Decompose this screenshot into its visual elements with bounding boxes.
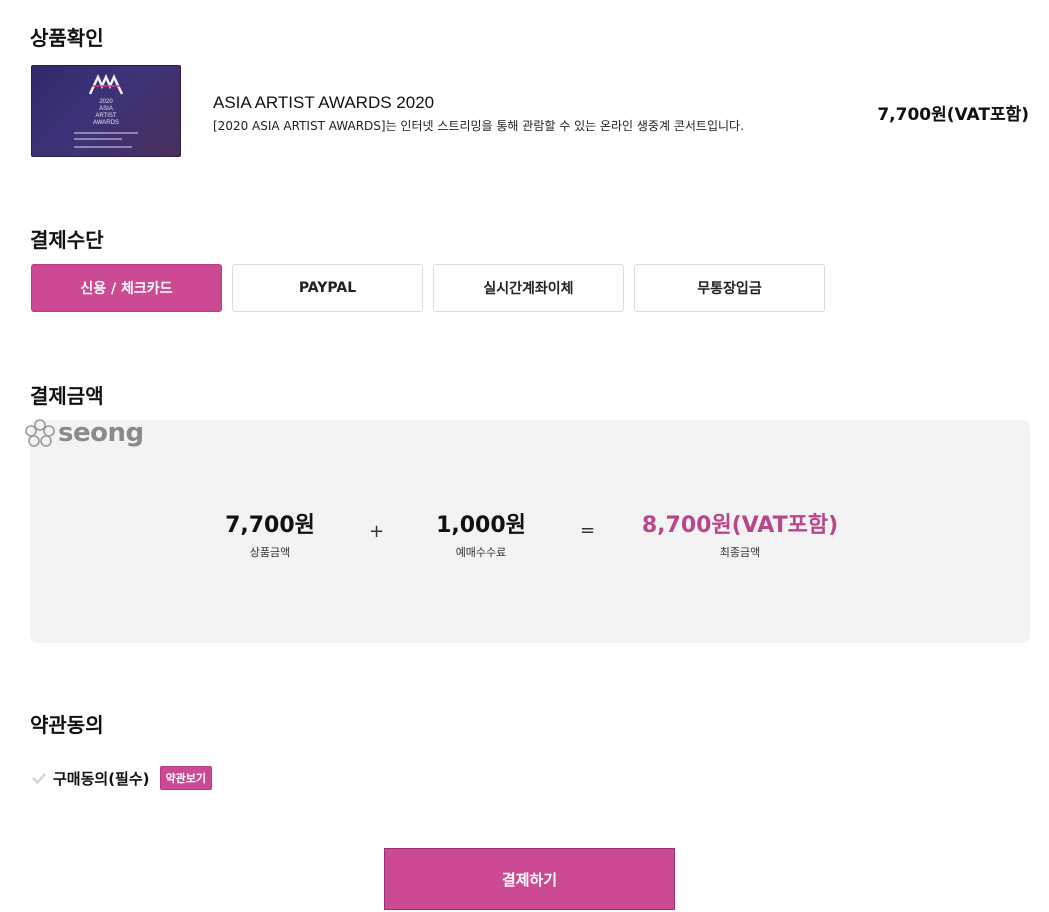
payment-method-title: 결제수단 [30,228,104,252]
product-description: [2020 ASIA ARTIST AWARDS]는 인터넷 스트리밍을 통해 … [213,119,744,133]
purchase-agreement-row: 구매동의(필수) 약관보기 [31,766,212,790]
fee-amount-value: 1,000원 [436,513,526,538]
submit-payment-button[interactable]: 결제하기 [384,848,675,910]
equals-sign: = [580,520,596,541]
pay-method-card-button[interactable]: 신용 / 체크카드 [31,264,222,312]
watermark-text: seong [58,418,144,448]
check-icon[interactable] [31,770,47,786]
fee-amount-label: 예매수수료 [455,546,507,559]
total-amount-label: 최종금액 [719,546,761,559]
total-amount-value: 8,700원(VAT포함) [641,513,839,538]
amount-section-title: 결제금액 [30,384,104,408]
thumbnail-detail-line [74,132,138,134]
view-terms-button[interactable]: 약관보기 [159,766,212,790]
watermark: seong [24,418,144,448]
thumbnail-detail-line [74,146,132,148]
product-section-title: 상품확인 [30,26,104,50]
purchase-agreement-label[interactable]: 구매동의(필수) [53,768,150,789]
flower-logo-icon [25,419,55,447]
thumbnail-year: 2020 [99,99,113,105]
product-thumbnail: 2020 ASIA ARTIST AWARDS [31,65,181,157]
product-amount-label: 상품금액 [249,546,291,559]
fee-amount: 1,000원 예매수수료 [421,507,541,560]
product-name: ASIA ARTIST AWARDS 2020 [213,93,435,112]
product-amount: 7,700원 상품금액 [210,507,330,560]
thumbnail-detail-line [74,138,122,140]
pay-method-bank-transfer-button[interactable]: 실시간계좌이체 [433,264,624,312]
pay-method-deposit-button[interactable]: 무통장입금 [634,264,825,312]
thumbnail-title: ASIA ARTIST AWARDS [93,106,119,126]
terms-section-title: 약관동의 [30,713,104,737]
aaa-logo-icon [88,74,124,95]
product-price: 7,700원(VAT포함) [877,105,1029,125]
product-amount-value: 7,700원 [225,513,315,538]
pay-method-paypal-button[interactable]: PAYPAL [232,264,423,312]
amount-summary-box: 7,700원 상품금액 + 1,000원 예매수수료 = 8,700원(VAT포… [30,420,1030,643]
plus-sign: + [369,521,385,542]
total-amount: 8,700원(VAT포함) 최종금액 [630,507,850,560]
